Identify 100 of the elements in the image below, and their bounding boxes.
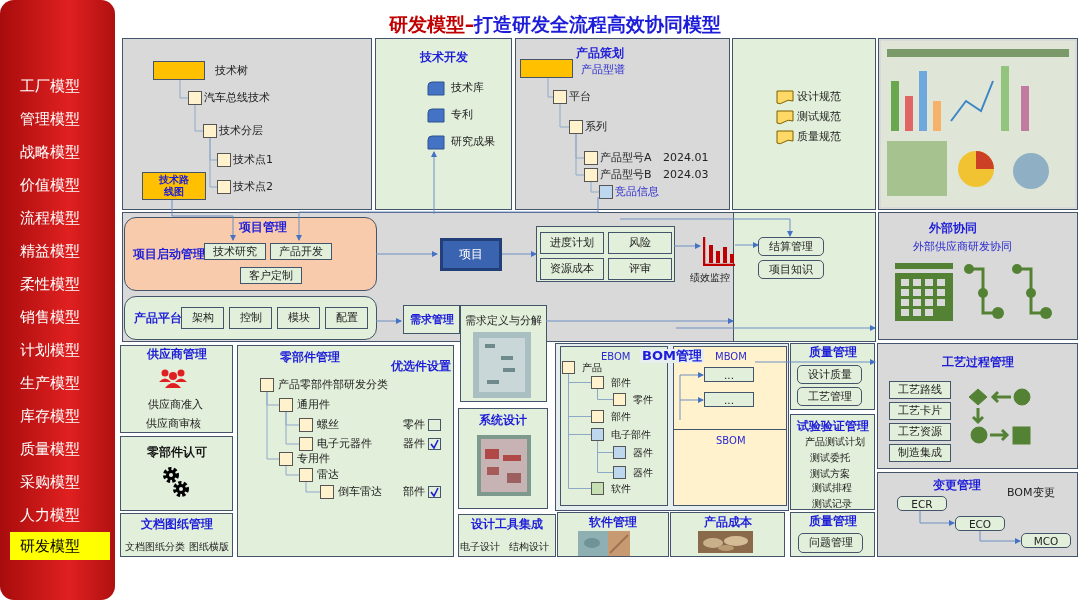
tree-node[interactable] [320, 485, 334, 499]
project-item[interactable]: 技术研究 [204, 243, 266, 260]
platform-item[interactable]: 控制 [229, 307, 272, 329]
project-item[interactable]: 产品开发 [270, 243, 332, 260]
platform-item[interactable]: 架构 [181, 307, 224, 329]
sidebar-item[interactable]: 销售模型 [0, 301, 115, 334]
connector-arrow [734, 242, 759, 248]
platform-item[interactable]: 模块 [277, 307, 320, 329]
connector-arrow [171, 198, 236, 241]
sidebar-item[interactable]: 人力模型 [0, 499, 115, 532]
tree-node[interactable] [591, 482, 604, 495]
change-item[interactable]: ECO [955, 516, 1005, 531]
document-icon [427, 135, 445, 150]
checkbox[interactable] [428, 438, 441, 450]
control-item[interactable]: 评审 [608, 258, 672, 280]
section-title: 试验验证管理 [795, 419, 870, 433]
change-item[interactable]: MCO [1021, 533, 1071, 548]
project-item[interactable]: 项目知识 [758, 260, 824, 279]
project-item[interactable]: 客户定制 [240, 267, 302, 284]
tree-label: 倒车雷达 [338, 485, 382, 499]
process-item[interactable]: 工艺卡片 [889, 402, 951, 420]
change-item[interactable]: ECR [897, 496, 947, 511]
tree-node[interactable] [299, 418, 313, 432]
section-title: 工艺过程管理 [940, 355, 1015, 369]
tree-node[interactable] [217, 180, 231, 194]
checkbox[interactable] [428, 486, 441, 498]
quality-item[interactable]: 设计质量 [797, 365, 862, 384]
tree-node[interactable] [613, 446, 626, 459]
tree-root-label: 技术树 [215, 64, 248, 78]
section-title: 项目管理 [239, 220, 287, 234]
roadmap-box[interactable]: 技术路线图 [142, 172, 206, 200]
sidebar-item[interactable]: 库存模型 [0, 400, 115, 433]
tree-line [597, 388, 614, 400]
list-item: 质量规范 [797, 130, 841, 144]
tree-node[interactable] [188, 91, 202, 105]
document-icon [427, 81, 445, 96]
sbom-label: SBOM [716, 434, 746, 448]
tree-node[interactable] [553, 90, 567, 104]
mbom-item[interactable]: ... [704, 392, 754, 407]
project-item[interactable]: 结算管理 [758, 237, 824, 256]
process-item[interactable]: 制造集成 [889, 444, 951, 462]
sidebar-item[interactable]: 流程模型 [0, 202, 115, 235]
tree-node[interactable] [591, 428, 604, 441]
tree-node[interactable] [299, 437, 313, 451]
sidebar-item[interactable]: 工厂模型 [0, 70, 115, 103]
platform-item[interactable]: 配置 [325, 307, 368, 329]
ebom-label: EBOM [601, 350, 631, 363]
list-item: 测试委托 [810, 451, 850, 465]
sidebar-item[interactable]: 柔性模型 [0, 268, 115, 301]
tree-label: 部件 [611, 410, 631, 424]
connector-arrow [501, 251, 537, 257]
process-item[interactable]: 工艺路线 [889, 381, 951, 399]
sidebar-item[interactable]: 管理模型 [0, 103, 115, 136]
tree-node[interactable] [260, 378, 274, 392]
requirements-box[interactable]: 需求管理 [403, 305, 460, 334]
tree-label: 通用件 [297, 398, 330, 412]
quality-item[interactable]: 问题管理 [798, 533, 863, 553]
quality-item[interactable]: 工艺管理 [797, 387, 862, 406]
sidebar-item[interactable]: 战略模型 [0, 136, 115, 169]
tree-node[interactable] [569, 120, 583, 134]
control-item[interactable]: 风险 [608, 232, 672, 254]
sidebar-item[interactable]: 价值模型 [0, 169, 115, 202]
sidebar-item[interactable]: 精益模型 [0, 235, 115, 268]
tree-node[interactable] [613, 393, 626, 406]
document-icon [776, 110, 794, 125]
tree-node[interactable] [584, 168, 598, 182]
mbom-label: MBOM [715, 350, 747, 364]
sidebar-item[interactable]: 研发模型 [10, 532, 110, 560]
tree-node[interactable] [613, 466, 626, 479]
tree-label: 电子部件 [611, 428, 651, 442]
control-item[interactable]: 进度计划 [540, 232, 604, 254]
tree-node[interactable] [299, 468, 313, 482]
tree-node[interactable] [591, 410, 604, 423]
tree-node[interactable] [562, 361, 575, 374]
page-title-highlight: 研发模型– [388, 13, 475, 35]
list-item: 电子设计 [460, 540, 500, 554]
list-item: 结构设计 [509, 540, 549, 554]
sidebar-item[interactable]: 生产模型 [0, 367, 115, 400]
tree-node[interactable] [279, 452, 293, 466]
tree-node[interactable] [584, 151, 598, 165]
control-item[interactable]: 资源成本 [540, 258, 604, 280]
list-item: 设计规范 [797, 90, 841, 104]
mbom-item[interactable]: ... [704, 367, 754, 382]
sidebar-item[interactable]: 计划模型 [0, 334, 115, 367]
project-box[interactable]: 项目 [440, 238, 502, 271]
tree-node[interactable] [203, 124, 217, 138]
tree-label: 螺丝 [317, 418, 339, 432]
checkbox[interactable] [428, 419, 441, 431]
sidebar-item[interactable]: 质量模型 [0, 433, 115, 466]
tree-node[interactable] [599, 185, 613, 199]
tree-node[interactable] [217, 153, 231, 167]
tree-node[interactable] [591, 376, 604, 389]
process-item[interactable]: 工艺资源 [889, 423, 951, 441]
tree-label: 零件 [633, 393, 653, 407]
sidebar-item[interactable]: 采购模型 [0, 466, 115, 499]
tree-node[interactable] [279, 398, 293, 412]
section-label: 产品平台 [134, 311, 182, 325]
section-title: 零部件认可 [145, 445, 208, 459]
section-title: BOM管理 [640, 349, 704, 363]
date-label: 2024.01 [663, 151, 709, 165]
